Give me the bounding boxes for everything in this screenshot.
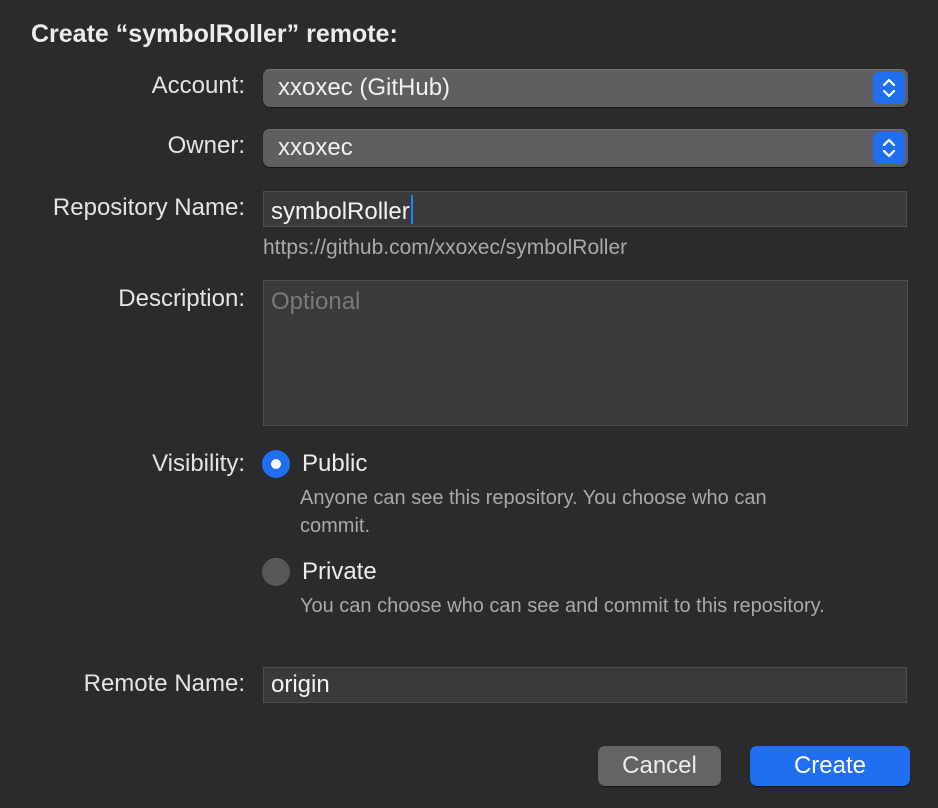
cancel-button[interactable]: Cancel	[598, 746, 721, 786]
account-label: Account:	[151, 72, 245, 99]
remote-name-field[interactable]: origin	[263, 667, 907, 703]
chevron-up-down-icon	[873, 132, 905, 164]
repository-name-label: Repository Name:	[52, 194, 245, 221]
owner-popup[interactable]: xxoxec	[263, 129, 908, 167]
private-radio-label[interactable]: Private	[302, 558, 377, 586]
private-radio[interactable]	[262, 558, 290, 586]
description-placeholder: Optional	[271, 288, 361, 315]
account-value: xxoxec (GitHub)	[278, 74, 451, 101]
private-description: You can choose who can see and commit to…	[300, 595, 825, 617]
repository-name-value: symbolRoller	[271, 198, 410, 225]
create-button[interactable]: Create	[750, 746, 910, 786]
chevron-up-down-icon	[873, 72, 905, 104]
remote-name-value: origin	[271, 671, 330, 698]
description-label: Description:	[118, 285, 245, 312]
visibility-label: Visibility:	[152, 450, 245, 477]
owner-label: Owner:	[167, 132, 245, 159]
public-radio[interactable]	[262, 450, 290, 478]
public-description: Anyone can see this repository. You choo…	[300, 487, 767, 537]
repository-name-field[interactable]: symbolRoller	[263, 191, 907, 227]
public-radio-label[interactable]: Public	[302, 450, 367, 478]
repository-url: https://github.com/xxoxec/symbolRoller	[263, 236, 628, 259]
account-popup[interactable]: xxoxec (GitHub)	[263, 69, 908, 107]
text-caret	[410, 195, 413, 224]
dialog-title: Create “symbolRoller” remote:	[31, 20, 398, 48]
remote-name-label: Remote Name:	[83, 670, 245, 697]
owner-value: xxoxec	[278, 134, 353, 161]
description-field[interactable]: Optional	[263, 280, 908, 426]
